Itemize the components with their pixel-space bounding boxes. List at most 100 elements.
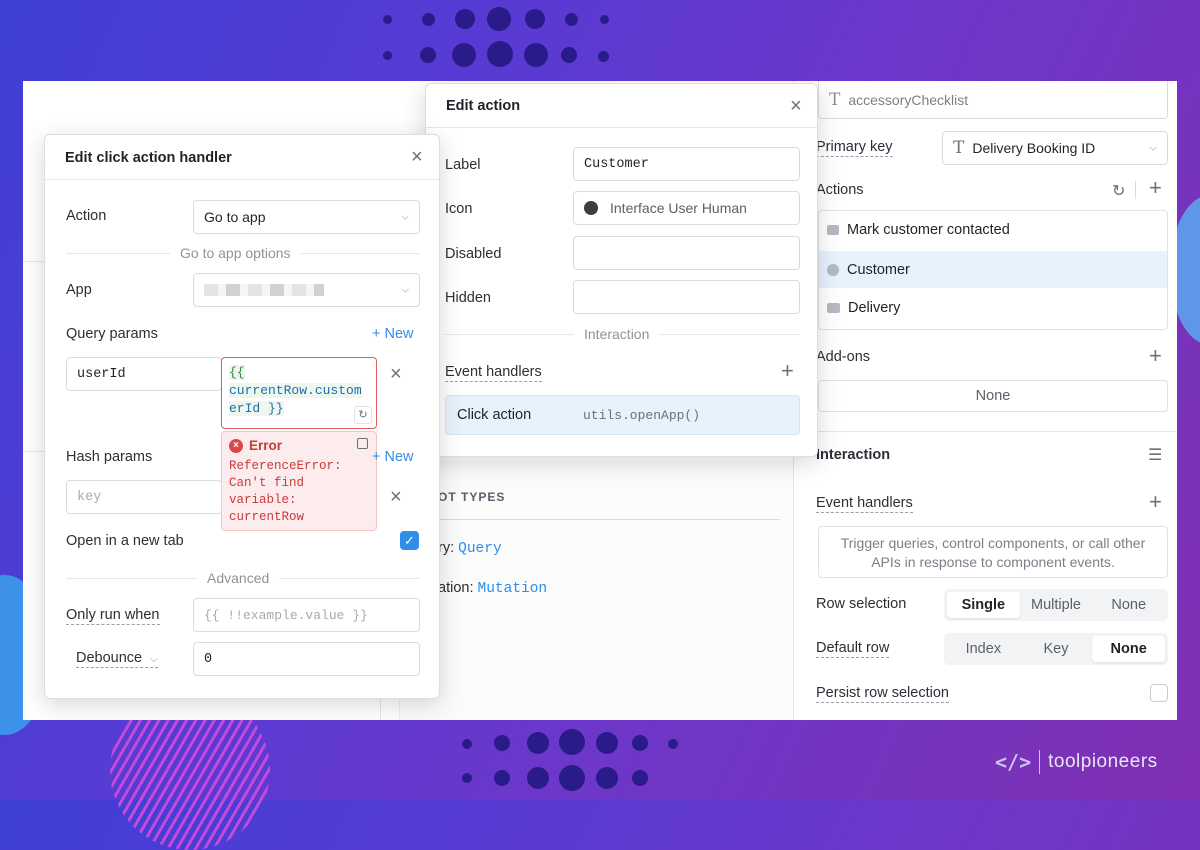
code-brackets-icon: </> [995,750,1032,774]
new-tab-label: Open in a new tab [66,533,184,549]
label-input[interactable]: Customer [573,147,800,181]
advanced-section-title: Advanced [197,570,280,586]
add-hash-param-button[interactable]: + New [372,449,414,465]
add-action-icon[interactable]: + [1149,177,1162,199]
options-section-title: Go to app options [170,245,301,261]
hash-params-label: Hash params [66,449,153,465]
icon-field-label: Icon [445,201,473,217]
default-row-key[interactable]: Key [1020,636,1093,662]
error-icon: × [229,438,243,453]
query-params-label: Query params [66,326,158,342]
persist-row-label: Persist row selection [816,685,949,703]
only-run-input[interactable]: {{ !!example.value }} [193,598,420,632]
interaction-section-title: Interaction [574,326,660,342]
text-type-icon: T [953,138,965,158]
close-icon[interactable]: × [790,96,802,116]
user-icon [584,201,598,215]
interaction-heading: Interaction [816,447,891,463]
disabled-input[interactable] [573,236,800,270]
chevron-down-icon: ⌵ [401,284,409,296]
add-addon-icon[interactable]: + [1149,345,1162,367]
only-run-label: Only run when [66,607,160,625]
copy-icon[interactable] [357,438,368,449]
types-heading: OT TYPES [438,490,506,504]
default-row-none[interactable]: None [1092,636,1166,662]
text-type-icon: T [829,89,841,110]
hidden-input[interactable] [573,280,800,314]
chevron-down-icon: ⌵ [1149,142,1157,154]
chevron-down-icon: ⌵ [401,211,409,223]
disabled-field-label: Disabled [445,246,502,262]
add-event-handler-icon[interactable]: + [781,360,794,382]
default-row-label: Default row [816,640,890,658]
app-select[interactable]: ⌵ [193,273,420,307]
label-field-label: Label [445,157,481,173]
error-message: ReferenceError: Can't find variable: cur… [229,459,342,524]
action-item-mark-contacted[interactable]: Mark customer contacted [819,211,1167,248]
query-key-input[interactable]: userId [66,357,222,391]
settings-sliders-icon[interactable]: ☰ [1148,445,1162,465]
edit-action-panel: Edit action × Label Customer Icon Interf… [425,83,818,457]
error-tooltip: × Error ReferenceError: Can't find varia… [221,431,377,531]
refresh-icon[interactable]: ↻ [1112,181,1125,201]
actions-divider [1135,181,1136,199]
interaction-divider [794,431,1177,432]
primary-key-label: Primary key [816,139,893,157]
app-label: App [66,282,92,298]
template-expression-end: erId }} [229,401,284,416]
primary-key-select[interactable]: T Delivery Booking ID ⌵ [942,131,1168,165]
click-handler-header-divider [45,179,439,180]
template-expression: currentRow.custom [229,383,362,398]
event-handlers-label: Event handlers [445,364,542,382]
action-item-customer[interactable]: Customer [819,251,1167,288]
action-label: Action [66,208,107,224]
row-selection-single[interactable]: Single [947,592,1020,618]
mutation-type-row: ation: Mutation [438,580,548,597]
row-selection-none[interactable]: None [1092,592,1165,618]
row-selection-multiple[interactable]: Multiple [1020,592,1093,618]
debounce-input[interactable]: 0 [193,642,420,676]
addons-box: None [818,380,1168,412]
click-action-handler-row[interactable]: Click action utils.openApp() [445,395,800,435]
row-selection-toggle: Single Multiple None [944,589,1168,621]
template-open-brace: {{ [229,365,245,380]
default-row-toggle: Index Key None [944,633,1168,665]
actions-list: Mark customer contacted Customer Deliver… [818,210,1168,330]
event-handlers-label: Event handlers [816,495,913,513]
hash-key-input[interactable]: key [66,480,222,514]
inspector-panel: T accessoryChecklist Primary key T Deliv… [793,81,1177,720]
edit-action-title: Edit action [446,98,521,114]
remove-query-param-icon[interactable]: × [390,364,402,384]
brand-logo: </> toolpioneers [995,750,1158,774]
add-query-param-button[interactable]: + New [372,326,414,342]
left-canvas-line [23,261,45,262]
remove-hash-param-icon[interactable]: × [390,487,402,507]
addons-label: Add-ons [816,349,871,365]
icon-select[interactable]: Interface User Human [573,191,800,225]
click-handler-title: Edit click action handler [65,150,232,166]
actions-label: Actions [816,182,864,198]
new-tab-checkbox[interactable]: ✓ [400,531,419,550]
action-item-delivery[interactable]: Delivery [819,289,1167,326]
close-icon[interactable]: × [411,147,423,167]
mail-icon [827,224,839,235]
app-screen: OT TYPES ry: Query ation: Mutation T acc… [23,81,1177,720]
query-link[interactable]: Query [458,541,502,557]
hidden-field-label: Hidden [445,290,491,306]
persist-row-checkbox[interactable] [1150,684,1168,702]
expand-editor-icon[interactable]: ↻ [354,406,372,424]
types-divider [438,519,780,520]
brand-name: toolpioneers [1048,751,1158,772]
edit-action-header-divider [426,127,817,128]
query-value-editor[interactable]: {{ currentRow.custom erId }} ↻ [221,357,377,429]
top-field-input[interactable]: T accessoryChecklist [818,81,1168,119]
default-row-index[interactable]: Index [947,636,1020,662]
left-canvas-line [23,451,45,452]
middle-canvas: OT TYPES ry: Query ation: Mutation [399,461,795,720]
mutation-link[interactable]: Mutation [478,581,548,597]
row-selection-label: Row selection [816,596,907,612]
debounce-label[interactable]: Debounce ⌵ [76,650,158,668]
add-event-handler-icon[interactable]: + [1149,491,1162,513]
truck-icon [827,302,840,313]
action-select[interactable]: Go to app ⌵ [193,200,420,234]
